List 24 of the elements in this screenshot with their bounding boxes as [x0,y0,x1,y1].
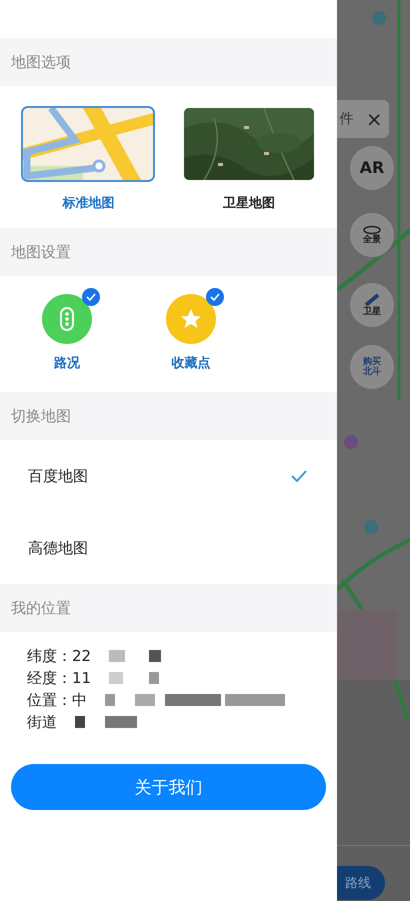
about-us-button[interactable]: 关于我们 [11,764,326,810]
search-chip-text: 件 [339,110,354,128]
map-type-label: 卫星地图 [222,195,275,212]
section-header: 切换地图 [0,392,337,440]
setting-label: 路况 [54,355,80,372]
map-app-label: 百度地图 [28,466,88,486]
section-header: 地图选项 [0,38,337,86]
map-type-label: 标准地图 [62,195,114,212]
location-text: 纬度：22 [27,646,92,666]
section-header: 我的位置 [0,584,337,632]
location-text: 经度：11 [27,668,92,688]
section-header: 地图设置 [0,228,337,276]
panorama-icon [363,224,381,235]
traffic-light-icon[interactable] [42,294,92,344]
map-app-option[interactable]: 百度地图 [0,440,337,512]
location-text: 位置：中 [27,690,87,710]
search-chip[interactable]: 件 × [337,100,389,138]
close-button[interactable]: × [366,107,383,131]
map-app-option[interactable]: 高德地图 [0,512,337,584]
satellite-icon [364,292,380,307]
setting-label: 收藏点 [172,355,210,372]
route-button[interactable]: 路线 [337,866,385,900]
location-text: 街道 [27,712,57,732]
map-app-label: 高德地图 [28,538,88,558]
